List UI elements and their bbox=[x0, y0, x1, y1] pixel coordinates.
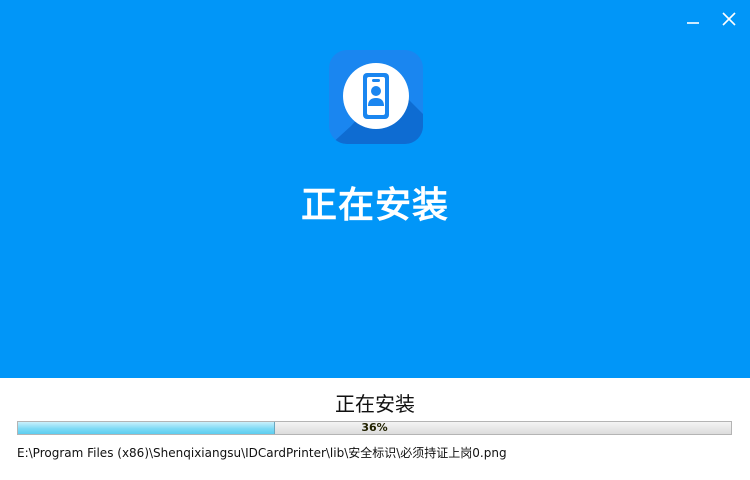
close-icon[interactable] bbox=[718, 8, 740, 30]
installer-window: 正在安装 正在安装 36% E:\Program Files (x86)\She… bbox=[0, 0, 750, 480]
status-label: 正在安装 bbox=[335, 392, 415, 416]
window-controls bbox=[682, 8, 740, 30]
progress-bar: 36% bbox=[17, 421, 732, 435]
hero-title: 正在安装 bbox=[300, 185, 449, 226]
current-file-path: E:\Program Files (x86)\Shenqixiangsu\IDC… bbox=[17, 446, 507, 460]
id-badge-icon bbox=[329, 50, 423, 144]
status-panel: 正在安装 36% E:\Program Files (x86)\Shenqixi… bbox=[0, 378, 750, 480]
hero-banner: 正在安装 bbox=[0, 0, 750, 378]
progress-percent: 36% bbox=[361, 421, 388, 434]
minimize-icon[interactable] bbox=[682, 8, 704, 30]
